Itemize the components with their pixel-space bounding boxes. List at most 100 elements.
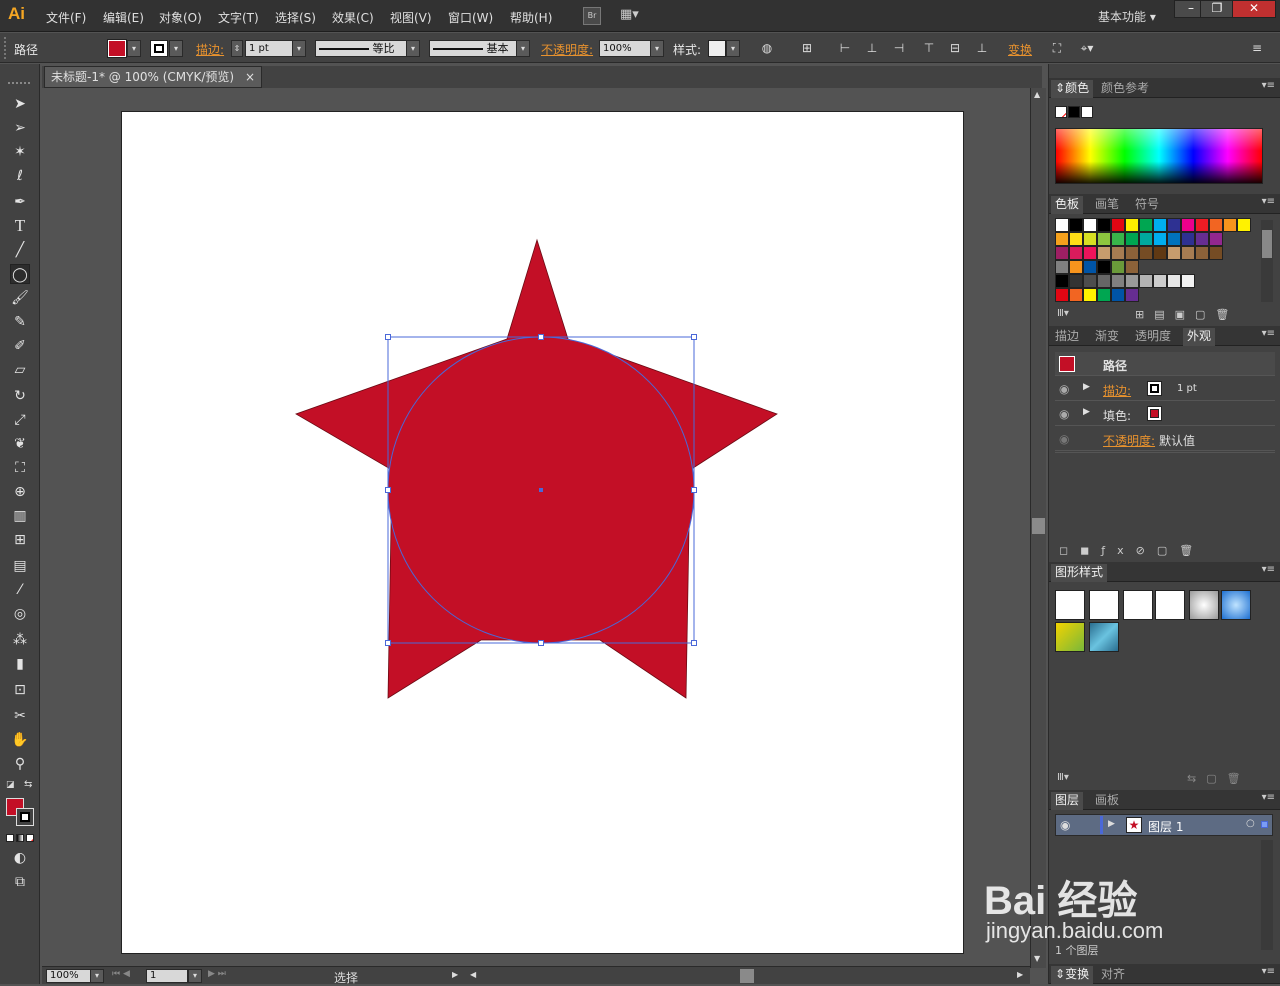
restore-icon[interactable]: ❐ bbox=[1200, 0, 1234, 18]
appearance-actions-icons[interactable]: ◻◼ƒx⊘▢🗑 bbox=[1059, 544, 1205, 557]
color-swatch[interactable] bbox=[1111, 246, 1125, 260]
layer-row[interactable]: ◉ ▶ ★ 图层 1 ○ bbox=[1055, 814, 1273, 836]
appearance-stroke-swatch[interactable] bbox=[1147, 381, 1162, 396]
graphic-style-no-fill[interactable] bbox=[1089, 590, 1119, 620]
graphic-style-white[interactable] bbox=[1123, 590, 1153, 620]
visibility-eye-icon[interactable]: ◉ bbox=[1059, 407, 1069, 421]
color-swatch[interactable] bbox=[1069, 232, 1083, 246]
vertical-scrollbar[interactable]: ▲ ▼ bbox=[1030, 88, 1046, 968]
tab-brushes[interactable]: 画笔 bbox=[1091, 196, 1123, 214]
color-swatch[interactable] bbox=[1195, 246, 1209, 260]
tab-transform[interactable]: ⇕变换 bbox=[1051, 966, 1094, 984]
color-swatch[interactable] bbox=[1055, 260, 1069, 274]
white-color-icon[interactable] bbox=[1081, 106, 1093, 118]
tab-color[interactable]: ⇕颜色 bbox=[1051, 80, 1094, 98]
color-swatch[interactable] bbox=[1111, 218, 1125, 232]
color-swatch[interactable] bbox=[1083, 260, 1097, 274]
layers-scrollbar[interactable] bbox=[1261, 840, 1273, 950]
color-swatch[interactable] bbox=[1097, 260, 1111, 274]
visibility-eye-icon[interactable]: ◉ bbox=[1060, 818, 1070, 832]
color-swatch[interactable] bbox=[1139, 232, 1153, 246]
graphic-style-actions-icons[interactable]: ⇆▢🗑 bbox=[1187, 772, 1251, 785]
tab-align[interactable]: 对齐 bbox=[1097, 966, 1129, 984]
color-swatch[interactable] bbox=[1181, 232, 1195, 246]
tab-gradient[interactable]: 渐变 bbox=[1091, 328, 1123, 346]
tab-graphic-styles[interactable]: 图形样式 bbox=[1051, 564, 1108, 582]
graphic-style-libraries-icon[interactable]: Ⅲ▾ bbox=[1057, 772, 1069, 783]
color-swatch[interactable] bbox=[1195, 218, 1209, 232]
color-swatch[interactable] bbox=[1111, 260, 1125, 274]
scroll-right-icon[interactable]: ▶ bbox=[1017, 970, 1023, 979]
color-swatch[interactable] bbox=[1181, 246, 1195, 260]
visibility-eye-icon[interactable]: ◉ bbox=[1059, 432, 1069, 446]
swatch-libraries-icon[interactable]: Ⅲ▾ bbox=[1057, 308, 1069, 319]
color-swatch[interactable] bbox=[1111, 288, 1125, 302]
tab-swatches[interactable]: 色板 bbox=[1051, 196, 1084, 214]
color-swatch[interactable] bbox=[1167, 218, 1181, 232]
artboard-dropdown[interactable]: ▾ bbox=[188, 969, 202, 983]
color-swatch[interactable] bbox=[1055, 218, 1069, 232]
appearance-opacity-row[interactable]: ◉ 不透明度: 默认值 bbox=[1055, 427, 1275, 451]
color-swatch[interactable] bbox=[1069, 246, 1083, 260]
color-swatch[interactable] bbox=[1069, 218, 1083, 232]
color-swatch[interactable] bbox=[1097, 274, 1111, 288]
color-swatch[interactable] bbox=[1055, 274, 1069, 288]
color-swatch[interactable] bbox=[1055, 246, 1069, 260]
tab-layers[interactable]: 图层 bbox=[1051, 792, 1084, 810]
swatch-scrollbar[interactable] bbox=[1261, 220, 1273, 302]
appearance-stroke-label[interactable]: 描边: bbox=[1103, 382, 1131, 399]
layer-name[interactable]: 图层 1 bbox=[1148, 818, 1183, 835]
color-swatch[interactable] bbox=[1111, 274, 1125, 288]
visibility-eye-icon[interactable]: ◉ bbox=[1059, 382, 1069, 396]
tab-artboards[interactable]: 画板 bbox=[1091, 792, 1123, 810]
color-spectrum[interactable] bbox=[1055, 128, 1263, 184]
appearance-stroke-row[interactable]: ◉ ▶ 描边: 1 pt bbox=[1055, 377, 1275, 401]
tab-appearance[interactable]: 外观 bbox=[1183, 328, 1216, 346]
zoom-field[interactable]: 100% bbox=[46, 969, 92, 983]
color-swatch[interactable] bbox=[1209, 218, 1223, 232]
layer-selection-indicator[interactable] bbox=[1261, 821, 1268, 828]
color-swatch[interactable] bbox=[1125, 246, 1139, 260]
panel-menu-icon[interactable]: ▾≡ bbox=[1262, 80, 1275, 91]
black-color-icon[interactable] bbox=[1068, 106, 1080, 118]
graphic-style-yellow-pattern[interactable] bbox=[1055, 622, 1085, 652]
color-swatch[interactable] bbox=[1153, 246, 1167, 260]
color-swatch[interactable] bbox=[1097, 218, 1111, 232]
color-swatch[interactable] bbox=[1153, 274, 1167, 288]
color-swatch[interactable] bbox=[1167, 232, 1181, 246]
tab-stroke[interactable]: 描边 bbox=[1051, 328, 1083, 346]
artboard-number-field[interactable]: 1 bbox=[146, 969, 188, 983]
panel-menu-icon[interactable]: ▾≡ bbox=[1262, 328, 1275, 339]
appearance-opacity-label[interactable]: 不透明度: bbox=[1103, 432, 1155, 449]
tab-symbols[interactable]: 符号 bbox=[1131, 196, 1163, 214]
scroll-left-icon[interactable]: ◀ bbox=[470, 970, 476, 979]
zoom-dropdown[interactable]: ▾ bbox=[90, 969, 104, 983]
color-swatch[interactable] bbox=[1139, 218, 1153, 232]
close-window-icon[interactable]: ✕ bbox=[1232, 0, 1276, 18]
color-swatch[interactable] bbox=[1125, 274, 1139, 288]
color-swatch[interactable] bbox=[1209, 246, 1223, 260]
panel-menu-icon[interactable]: ▾≡ bbox=[1262, 792, 1275, 803]
expand-arrow-icon[interactable]: ▶ bbox=[1083, 382, 1090, 392]
color-swatch[interactable] bbox=[1125, 288, 1139, 302]
color-swatch[interactable] bbox=[1167, 274, 1181, 288]
color-swatch[interactable] bbox=[1139, 246, 1153, 260]
artboard-prev-icon[interactable]: ⏮ ◀ bbox=[112, 969, 130, 979]
panel-menu-icon[interactable]: ▾≡ bbox=[1262, 966, 1275, 977]
color-swatch[interactable] bbox=[1125, 260, 1139, 274]
control-menu-icon[interactable]: ≡ bbox=[1250, 41, 1264, 55]
scroll-down-icon[interactable]: ▼ bbox=[1034, 954, 1040, 963]
color-swatch[interactable] bbox=[1139, 274, 1153, 288]
color-swatch[interactable] bbox=[1083, 274, 1097, 288]
graphic-style-blue-gradient[interactable] bbox=[1221, 590, 1251, 620]
panel-menu-icon[interactable]: ▾≡ bbox=[1262, 564, 1275, 575]
swatch-actions-icons[interactable]: ⊞▤▣▢🗑 bbox=[1135, 308, 1239, 321]
expand-arrow-icon[interactable]: ▶ bbox=[1083, 407, 1090, 417]
color-swatch[interactable] bbox=[1237, 218, 1251, 232]
swatch-grid[interactable] bbox=[1055, 218, 1255, 304]
color-swatch[interactable] bbox=[1181, 274, 1195, 288]
color-swatch[interactable] bbox=[1083, 232, 1097, 246]
status-menu-icon[interactable]: ▶ bbox=[452, 970, 458, 979]
color-swatch[interactable] bbox=[1167, 246, 1181, 260]
tab-color-guide[interactable]: 颜色参考 bbox=[1097, 80, 1153, 98]
